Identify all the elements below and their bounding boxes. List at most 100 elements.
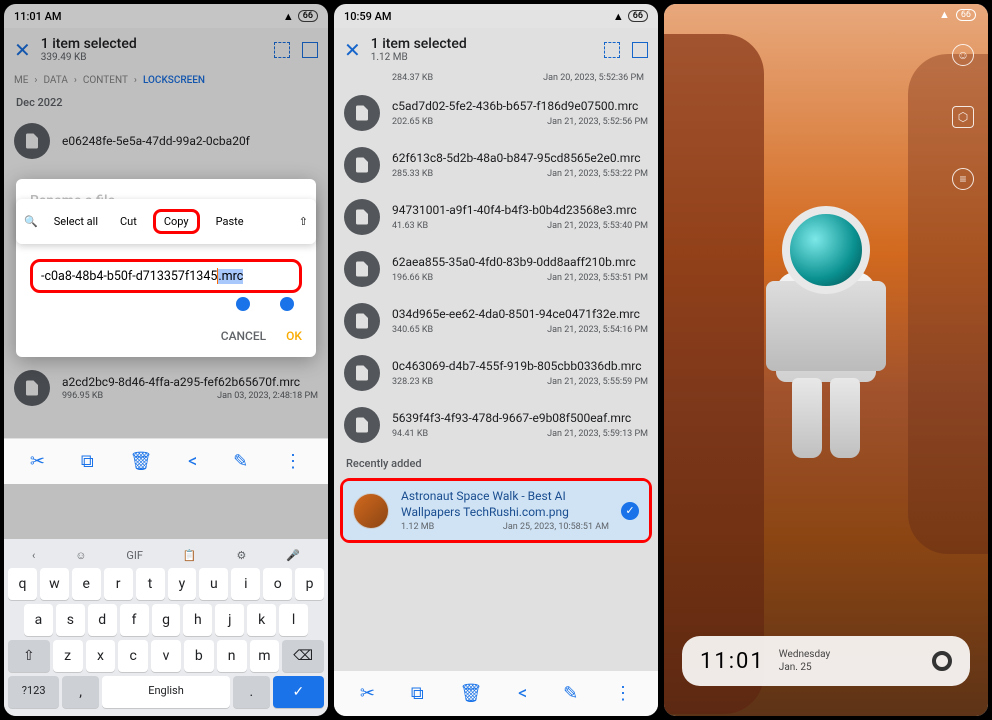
file-size: 328.23 KB [392,377,433,387]
edit-icon[interactable]: ✎ [233,451,248,472]
file-date: Jan 21, 2023, 5:55:59 PM [547,377,648,387]
cut-icon[interactable]: ✂ [360,683,375,704]
cut-icon[interactable]: ✂ [30,451,45,472]
signal-icon: ▲ [613,10,624,23]
select-mode-icon[interactable] [632,42,648,58]
key-x[interactable]: x [86,640,116,672]
status-time: 11:01 AM [14,10,62,23]
paste-button[interactable]: Paste [210,211,250,232]
kb-clipboard-icon[interactable]: 📋 [183,549,197,562]
face-icon[interactable]: ☺ [952,44,974,66]
key-i[interactable]: i [231,568,260,600]
share-icon[interactable]: ⇧ [299,215,308,228]
clock-widget[interactable]: 11:01 Wednesday Jan. 25 [682,636,970,686]
file-size: 285.33 KB [392,169,433,179]
kb-chevron-icon[interactable]: ‹ [32,549,35,562]
file-date: Jan 25, 2023, 10:58:51 AM [503,522,609,532]
file-row-selected[interactable]: Astronaut Space Walk - Best AI Wallpaper… [343,481,649,540]
file-row[interactable]: 62aea855-35a0-4fd0-83b9-0dd8aaff210b.mrc… [334,243,658,295]
key-period[interactable]: . [233,676,270,708]
file-date: Jan 21, 2023, 5:59:13 PM [547,429,648,439]
status-bar: 11:01 AM ▲ 66 [4,4,328,28]
delete-icon[interactable]: 🗑 [459,683,482,704]
ok-button[interactable]: OK [286,329,302,343]
key-w[interactable]: w [40,568,69,600]
key-q[interactable]: q [8,568,37,600]
key-h[interactable]: h [183,604,212,636]
section-recent: Recently added [334,451,658,476]
close-icon[interactable]: ✕ [344,38,361,62]
key-c[interactable]: c [118,640,148,672]
file-row[interactable]: 034d965e-ee62-4da0-8501-94ce0471f32e.mrc… [334,295,658,347]
file-name: 5639f4f3-4f93-478d-9667-e9b08f500eaf.mrc [392,411,648,427]
file-row[interactable]: 5639f4f3-4f93-478d-9667-e9b08f500eaf.mrc… [334,399,658,451]
key-shift[interactable]: ⇧ [8,640,50,672]
copy-button[interactable]: Copy [153,209,200,234]
key-r[interactable]: r [104,568,133,600]
key-a[interactable]: a [24,604,53,636]
file-list: c5ad7d02-5fe2-436b-b657-f186d9e07500.mrc… [334,87,658,451]
delete-icon[interactable]: 🗑 [129,451,152,472]
file-size: 94.41 KB [392,429,428,439]
key-z[interactable]: z [53,640,83,672]
search-icon[interactable]: 🔍 [24,215,38,228]
more-icon[interactable]: ⋮ [614,683,632,704]
select-all-button[interactable]: Select all [48,211,104,232]
key-m[interactable]: m [250,640,280,672]
key-l[interactable]: l [279,604,308,636]
key-symbols[interactable]: ?123 [8,676,59,708]
clock-date: Jan. 25 [779,661,830,674]
key-d[interactable]: d [88,604,117,636]
cancel-button[interactable]: CANCEL [221,329,266,343]
key-b[interactable]: b [184,640,214,672]
file-row[interactable]: 0c463069-d4b7-455f-919b-805cbb0336db.mrc… [334,347,658,399]
file-name: 62f613c8-5d2b-48a0-b847-95cd8565e2e0.mrc [392,151,648,167]
header-subtitle: 1.12 MB [371,52,594,63]
key-k[interactable]: k [247,604,276,636]
key-comma[interactable]: , [62,676,99,708]
kb-settings-icon[interactable]: ⚙ [236,549,246,562]
key-backspace[interactable]: ⌫ [282,640,324,672]
key-v[interactable]: v [151,640,181,672]
layers-icon[interactable]: ≡ [952,168,974,190]
camera-icon[interactable] [932,651,952,671]
key-f[interactable]: f [120,604,149,636]
selection-handle[interactable] [280,297,294,311]
key-e[interactable]: e [72,568,101,600]
file-name: c5ad7d02-5fe2-436b-b657-f186d9e07500.mrc [392,99,648,115]
edit-icon[interactable]: ✎ [563,683,578,704]
file-row[interactable]: 62f613c8-5d2b-48a0-b847-95cd8565e2e0.mrc… [334,139,658,191]
file-date: Jan 21, 2023, 5:53:40 PM [547,221,648,231]
file-row[interactable]: c5ad7d02-5fe2-436b-b657-f186d9e07500.mrc… [334,87,658,139]
key-p[interactable]: p [295,568,324,600]
selection-handle[interactable] [236,297,250,311]
key-n[interactable]: n [217,640,247,672]
rename-input[interactable]: -c0a8-48b4-b50f-d713357f1345.mrc [41,268,291,284]
key-enter[interactable]: ✓ [273,676,324,708]
key-t[interactable]: t [136,568,165,600]
status-time: 10:59 AM [344,10,392,23]
copy-icon[interactable]: ⧉ [411,683,424,704]
file-size: 284.37 KB [392,73,433,83]
more-icon[interactable]: ⋮ [284,451,302,472]
key-o[interactable]: o [263,568,292,600]
settings-icon[interactable]: ⬡ [952,106,974,128]
panel-rename: 11:01 AM ▲ 66 ✕ 1 item selected 339.49 K… [4,4,328,716]
select-all-icon[interactable] [604,42,620,58]
key-s[interactable]: s [56,604,85,636]
share-icon[interactable]: < [518,683,527,704]
key-y[interactable]: y [168,568,197,600]
cut-button[interactable]: Cut [114,211,143,232]
kb-mic-icon[interactable]: 🎤 [286,549,300,562]
text-context-menu: 🔍 Select all Cut Copy Paste ⇧ [16,199,316,244]
key-u[interactable]: u [199,568,228,600]
kb-sticker-icon[interactable]: ☺ [75,549,86,562]
battery-icon: 66 [628,10,648,22]
share-icon[interactable]: < [188,451,197,472]
key-j[interactable]: j [215,604,244,636]
key-g[interactable]: g [152,604,181,636]
copy-icon[interactable]: ⧉ [81,451,94,472]
kb-gif-button[interactable]: GIF [126,549,143,562]
key-space[interactable]: English [102,676,230,708]
file-row[interactable]: 94731001-a9f1-40f4-b4f3-b0b4d23568e3.mrc… [334,191,658,243]
